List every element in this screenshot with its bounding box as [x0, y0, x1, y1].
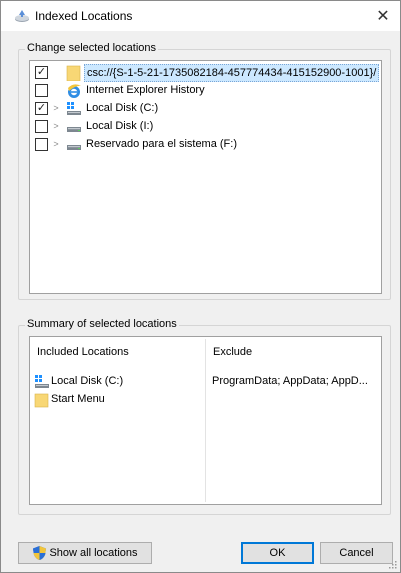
location-checkbox[interactable] [35, 138, 48, 151]
uac-shield-icon [33, 546, 47, 560]
expand-chevron-icon[interactable]: > [51, 102, 61, 115]
included-item: Start Menu [34, 391, 199, 409]
location-label: Reservado para el sistema (F:) [86, 138, 237, 150]
location-checkbox[interactable]: ✓ [35, 66, 48, 79]
internet-explorer-icon [66, 83, 82, 99]
window-title: Indexed Locations [35, 9, 133, 23]
location-label: Local Disk (I:) [86, 120, 154, 132]
ok-label: OK [269, 547, 286, 559]
folder-icon [66, 65, 82, 82]
location-label: Local Disk (C:) [86, 102, 159, 114]
tree-row[interactable]: ✓ csc://{S-1-5-21-1735082184-457774434-41… [30, 64, 381, 82]
expand-chevron-icon[interactable]: > [51, 138, 61, 151]
windows-drive-icon [35, 375, 49, 388]
column-separator [205, 339, 206, 502]
tree-row[interactable]: > Reservado para el sistema (F:) [30, 136, 381, 154]
excluded-item: ProgramData; AppData; AppD... [212, 373, 377, 391]
show-all-locations-button[interactable]: Show all locations [18, 542, 152, 564]
close-icon: ✕ [376, 8, 390, 25]
location-label: Internet Explorer History [86, 84, 205, 96]
title-bar: Indexed Locations ✕ [1, 1, 400, 31]
location-checkbox[interactable] [35, 84, 48, 97]
close-button[interactable]: ✕ [366, 1, 400, 31]
indexing-options-icon [15, 10, 29, 22]
exclude-header: Exclude [213, 346, 253, 358]
included-item-label: Local Disk (C:) [51, 375, 124, 387]
excluded-item-label: ProgramData; AppData; AppD... [212, 375, 368, 387]
expand-chevron-icon[interactable]: > [51, 120, 61, 133]
locations-tree[interactable]: ✓ csc://{S-1-5-21-1735082184-457774434-41… [29, 60, 382, 294]
included-locations-header: Included Locations [37, 346, 129, 358]
drive-icon [66, 137, 82, 153]
tree-row[interactable]: Internet Explorer History [30, 82, 381, 100]
included-item-label: Start Menu [51, 393, 105, 405]
included-item: Local Disk (C:) [34, 373, 199, 391]
change-selected-locations-label: Change selected locations [25, 42, 159, 54]
tree-row[interactable]: ✓ > Local Disk (C:) [30, 100, 381, 118]
change-selected-locations-group: Change selected locations ✓ csc://{S-1-5-… [18, 42, 391, 300]
ok-button[interactable]: OK [241, 542, 314, 564]
summary-label: Summary of selected locations [25, 318, 179, 330]
cancel-label: Cancel [339, 547, 374, 559]
tree-row[interactable]: > Local Disk (I:) [30, 118, 381, 136]
drive-icon [66, 119, 82, 135]
location-checkbox[interactable] [35, 120, 48, 133]
resize-grip-icon[interactable] [387, 559, 397, 569]
show-all-locations-label: Show all locations [49, 547, 138, 559]
indexed-locations-dialog: Indexed Locations ✕ Change selected loca… [0, 0, 401, 573]
windows-drive-icon [66, 101, 82, 117]
location-label: csc://{S-1-5-21-1735082184-457774434-415… [84, 64, 380, 82]
summary-group: Summary of selected locations Included L… [18, 318, 391, 515]
location-checkbox[interactable]: ✓ [35, 102, 48, 115]
folder-icon [34, 393, 49, 408]
cancel-button[interactable]: Cancel [320, 542, 393, 564]
summary-list: Included Locations Exclude Local Disk (C… [29, 336, 382, 505]
